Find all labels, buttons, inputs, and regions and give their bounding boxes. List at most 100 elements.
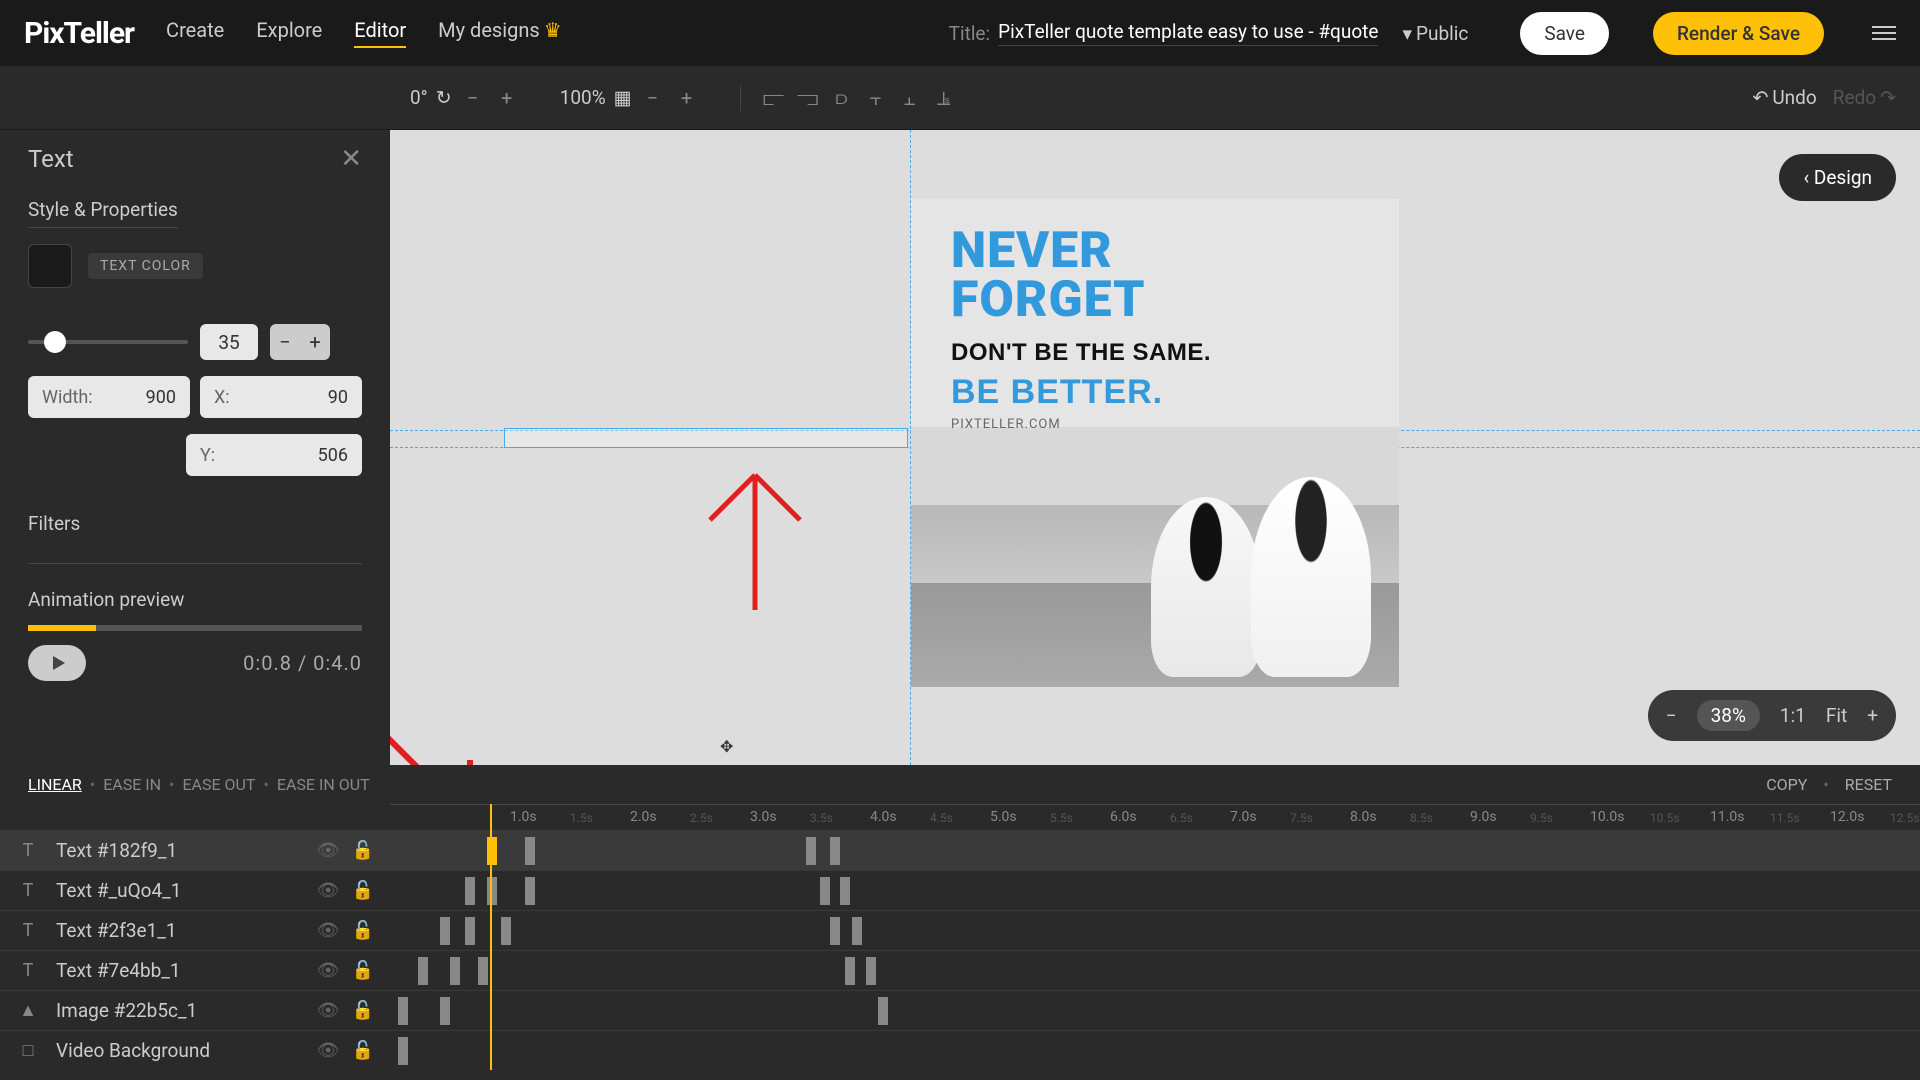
- ease-linear[interactable]: LINEAR: [28, 775, 82, 794]
- visibility-toggle[interactable]: ▾ Public: [1402, 22, 1468, 45]
- layer-track[interactable]: [390, 951, 1920, 991]
- align-top-icon[interactable]: ⫟: [863, 85, 889, 111]
- lock-icon[interactable]: 🔓: [352, 1040, 374, 1061]
- playhead[interactable]: [490, 804, 492, 1070]
- render-save-button[interactable]: Render & Save: [1653, 12, 1824, 55]
- layer-row[interactable]: T Text #7e4bb_1 👁 🔓: [0, 950, 1920, 990]
- artboard[interactable]: NEVERFORGET DON'T BE THE SAME. BE BETTER…: [911, 199, 1399, 687]
- rotate-minus[interactable]: −: [460, 85, 486, 111]
- size-input[interactable]: 35: [200, 324, 258, 360]
- keyframe[interactable]: [465, 877, 475, 905]
- size-plus[interactable]: +: [300, 324, 330, 360]
- align-right-icon[interactable]: ⫐: [829, 85, 855, 111]
- keyframe[interactable]: [820, 877, 830, 905]
- copy-button[interactable]: COPY: [1766, 775, 1807, 794]
- lock-icon[interactable]: 🔓: [352, 880, 374, 901]
- layer-track[interactable]: [390, 991, 1920, 1031]
- keyframe[interactable]: [852, 917, 862, 945]
- canvas[interactable]: ‹ Design NEVERFORGET DON'T BE THE SAME. …: [390, 130, 1920, 765]
- text-color-swatch[interactable]: [28, 244, 72, 288]
- layer-row[interactable]: T Text #2f3e1_1 👁 🔓: [0, 910, 1920, 950]
- emphasis-text[interactable]: BE BETTER.: [951, 373, 1163, 412]
- url-text[interactable]: PIXTELLER.COM: [951, 417, 1061, 432]
- size-slider[interactable]: [28, 340, 188, 344]
- align-center-icon[interactable]: ⫎: [795, 85, 821, 111]
- zoom-percent[interactable]: 38%: [1697, 700, 1760, 731]
- layer-row[interactable]: T Text #_uQo4_1 👁 🔓: [0, 870, 1920, 910]
- keyframe[interactable]: [465, 917, 475, 945]
- play-button[interactable]: [28, 645, 86, 681]
- layer-row[interactable]: ▲ Image #22b5c_1 👁 🔓: [0, 990, 1920, 1030]
- y-input[interactable]: Y:506: [186, 434, 362, 476]
- menu-icon[interactable]: [1872, 26, 1896, 40]
- logo[interactable]: PixTeller: [24, 16, 134, 51]
- keyframe[interactable]: [830, 837, 840, 865]
- layer-row[interactable]: □ Video Background 👁 🔓: [0, 1030, 1920, 1070]
- keyframe[interactable]: [450, 957, 460, 985]
- visibility-icon[interactable]: 👁: [317, 920, 340, 941]
- zoom-out[interactable]: −: [1666, 704, 1677, 727]
- align-left-icon[interactable]: ⫍: [761, 85, 787, 111]
- title-input[interactable]: PixTeller quote template easy to use - #…: [998, 20, 1378, 46]
- opacity-minus[interactable]: −: [640, 85, 666, 111]
- keyframe[interactable]: [487, 837, 497, 865]
- opacity-plus[interactable]: +: [674, 85, 700, 111]
- keyframe[interactable]: [866, 957, 876, 985]
- headline-text[interactable]: NEVERFORGET: [951, 227, 1146, 324]
- undo-button[interactable]: ↶ Undo: [1752, 86, 1816, 109]
- layer-track[interactable]: [390, 1031, 1920, 1071]
- lock-icon[interactable]: 🔓: [352, 960, 374, 981]
- layer-track[interactable]: [390, 911, 1920, 951]
- lock-icon[interactable]: 🔓: [352, 920, 374, 941]
- ease-in[interactable]: EASE IN: [103, 775, 161, 794]
- rotate-plus[interactable]: +: [494, 85, 520, 111]
- nav-mydesigns[interactable]: My designs♛: [438, 18, 562, 48]
- visibility-icon[interactable]: 👁: [317, 840, 340, 861]
- anim-progress[interactable]: [28, 625, 362, 631]
- keyframe[interactable]: [440, 997, 450, 1025]
- design-mode-button[interactable]: ‹ Design: [1779, 154, 1896, 201]
- keyframe[interactable]: [418, 957, 428, 985]
- layer-row[interactable]: T Text #182f9_1 👁 🔓: [0, 830, 1920, 870]
- keyframe[interactable]: [845, 957, 855, 985]
- keyframe[interactable]: [501, 917, 511, 945]
- nav-editor[interactable]: Editor: [354, 18, 406, 48]
- width-input[interactable]: Width:900: [28, 376, 190, 418]
- filters-section[interactable]: Filters: [28, 512, 362, 535]
- rotate-icon[interactable]: ↻: [436, 86, 452, 109]
- size-minus[interactable]: −: [270, 324, 300, 360]
- keyframe[interactable]: [525, 837, 535, 865]
- selection-box[interactable]: ✥: [504, 428, 908, 448]
- keyframe[interactable]: [440, 917, 450, 945]
- keyframe[interactable]: [478, 957, 488, 985]
- keyframe[interactable]: [398, 997, 408, 1025]
- visibility-icon[interactable]: 👁: [317, 880, 340, 901]
- close-icon[interactable]: ✕: [340, 144, 362, 174]
- zoom-fit[interactable]: Fit: [1826, 704, 1847, 727]
- layer-track[interactable]: [390, 831, 1920, 871]
- keyframe[interactable]: [806, 837, 816, 865]
- reset-button[interactable]: RESET: [1845, 775, 1892, 794]
- nav-explore[interactable]: Explore: [256, 18, 322, 48]
- keyframe[interactable]: [878, 997, 888, 1025]
- zoom-in[interactable]: +: [1867, 704, 1878, 727]
- sub-text[interactable]: DON'T BE THE SAME.: [951, 339, 1211, 367]
- ease-out[interactable]: EASE OUT: [182, 775, 255, 794]
- align-bottom-icon[interactable]: ⫡: [931, 85, 957, 111]
- ease-inout[interactable]: EASE IN OUT: [277, 775, 370, 794]
- visibility-icon[interactable]: 👁: [317, 1040, 340, 1061]
- keyframe[interactable]: [840, 877, 850, 905]
- visibility-icon[interactable]: 👁: [317, 960, 340, 981]
- nav-create[interactable]: Create: [166, 18, 224, 48]
- save-button[interactable]: Save: [1520, 12, 1609, 55]
- lock-icon[interactable]: 🔓: [352, 840, 374, 861]
- keyframe[interactable]: [830, 917, 840, 945]
- keyframe[interactable]: [398, 1037, 408, 1065]
- visibility-icon[interactable]: 👁: [317, 1000, 340, 1021]
- zoom-ratio[interactable]: 1:1: [1780, 704, 1806, 727]
- keyframe[interactable]: [487, 877, 497, 905]
- lock-icon[interactable]: 🔓: [352, 1000, 374, 1021]
- align-middle-icon[interactable]: ⫠: [897, 85, 923, 111]
- slider-thumb[interactable]: [44, 331, 66, 353]
- time-ruler[interactable]: 1.0s1.5s2.0s2.5s3.0s3.5s4.0s4.5s5.0s5.5s…: [390, 804, 1920, 830]
